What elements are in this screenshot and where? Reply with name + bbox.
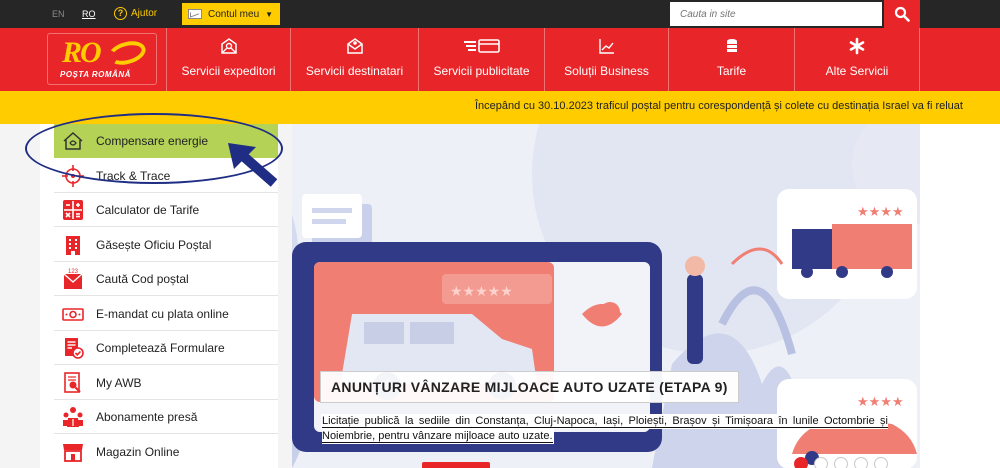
sidebar-item-label: Calculator de Tarife bbox=[96, 202, 200, 217]
nav-label: Soluții Business bbox=[564, 64, 649, 78]
calculator-icon bbox=[62, 199, 84, 221]
sidebar-item-label: E-mandat cu plata online bbox=[96, 306, 229, 321]
search-input[interactable] bbox=[670, 2, 882, 26]
svg-text:123: 123 bbox=[68, 269, 79, 275]
banner-description-text: Licitație publică la sediile din Constan… bbox=[322, 415, 888, 443]
sidebar-item-cauta-cod-postal[interactable]: 123 Caută Cod poștal bbox=[54, 262, 278, 296]
sidebar-item-abonamente-presa[interactable]: Abonamente presă bbox=[54, 400, 278, 434]
sidebar-item-label: Completează Formulare bbox=[96, 340, 225, 355]
sidebar-item-gaseste-oficiu[interactable]: Găsește Oficiu Poștal bbox=[54, 228, 278, 262]
carousel-dot-4[interactable] bbox=[854, 457, 868, 468]
form-icon bbox=[62, 337, 84, 359]
carousel-dot-5[interactable] bbox=[874, 457, 888, 468]
banknote-icon bbox=[62, 303, 84, 325]
language-en-link[interactable]: EN bbox=[52, 9, 65, 19]
logo-mark: RO bbox=[62, 36, 102, 69]
carousel-pagination bbox=[794, 457, 888, 468]
search-icon bbox=[894, 6, 910, 22]
help-label: Ajutor bbox=[131, 8, 158, 19]
press-people-icon bbox=[62, 406, 84, 428]
nav-item-tarife[interactable]: Tarife bbox=[668, 28, 794, 91]
sidebar-item-label: My AWB bbox=[96, 375, 142, 390]
coins-stack-icon bbox=[722, 37, 742, 55]
carousel-dot-2[interactable] bbox=[814, 457, 828, 468]
nav-label: Servicii expeditori bbox=[181, 64, 276, 78]
envelope-icon bbox=[188, 9, 202, 19]
question-icon: ? bbox=[114, 7, 127, 20]
svg-text:★★★★: ★★★★ bbox=[857, 205, 904, 220]
account-menu-button[interactable]: Contul meu ▼ bbox=[182, 3, 280, 25]
search-button[interactable] bbox=[884, 0, 920, 28]
chart-line-icon bbox=[597, 37, 617, 55]
awb-search-icon bbox=[62, 371, 84, 394]
sidebar-item-magazin-online[interactable]: Magazin Online bbox=[54, 435, 278, 468]
utility-bar: EN RO ? Ajutor Contul meu ▼ bbox=[0, 0, 1000, 28]
banner-title[interactable]: ANUNȚURI VÂNZARE MIJLOACE AUTO UZATE (ET… bbox=[320, 371, 739, 403]
help-link[interactable]: ? Ajutor bbox=[114, 7, 157, 20]
chevron-down-icon: ▼ bbox=[265, 9, 274, 19]
banner-description: Licitație publică la sediile din Constan… bbox=[322, 414, 888, 444]
mail-pin-icon bbox=[219, 37, 239, 55]
carousel-dot-1[interactable] bbox=[794, 457, 808, 468]
shop-icon bbox=[62, 441, 84, 463]
logo-text: POȘTA ROMÂNĂ bbox=[60, 70, 131, 79]
main-navigation: RO POȘTA ROMÂNĂ Servicii expeditori Serv… bbox=[0, 28, 1000, 91]
sidebar-item-calculator-tarife[interactable]: Calculator de Tarife bbox=[54, 193, 278, 227]
building-icon bbox=[62, 234, 84, 256]
sidebar-item-label: Găsește Oficiu Poștal bbox=[96, 237, 212, 252]
ticker-text: Începând cu 30.10.2023 traficul poștal p… bbox=[475, 100, 963, 112]
asterisk-icon bbox=[847, 37, 867, 55]
post-horn-icon bbox=[105, 37, 149, 69]
language-ro-link[interactable]: RO bbox=[82, 9, 96, 19]
nav-item-solutii-business[interactable]: Soluții Business bbox=[544, 28, 668, 91]
postcode-icon: 123 bbox=[62, 268, 84, 290]
sidebar-item-label: Abonamente presă bbox=[96, 409, 198, 424]
nav-item-servicii-destinatari[interactable]: Servicii destinatari bbox=[290, 28, 418, 91]
nav-item-servicii-publicitate[interactable]: Servicii publicitate bbox=[418, 28, 544, 91]
pointer-arrow-icon bbox=[228, 143, 278, 187]
sidebar-item-label: Magazin Online bbox=[96, 444, 180, 459]
account-label: Contul meu bbox=[208, 8, 260, 20]
svg-text:★★★★: ★★★★ bbox=[857, 395, 904, 410]
sidebar-item-e-mandat[interactable]: E-mandat cu plata online bbox=[54, 297, 278, 331]
mail-open-icon bbox=[345, 37, 365, 55]
nav-item-servicii-expeditori[interactable]: Servicii expeditori bbox=[166, 28, 290, 91]
nav-label: Tarife bbox=[716, 64, 747, 78]
sidebar-item-completeaza-formulare[interactable]: Completează Formulare bbox=[54, 331, 278, 365]
right-margin bbox=[920, 124, 1000, 468]
banner-read-more-button[interactable] bbox=[422, 462, 490, 468]
nav-label: Servicii destinatari bbox=[305, 64, 404, 78]
nav-item-alte-servicii[interactable]: Alte Servicii bbox=[794, 28, 920, 91]
sidebar-item-label: Caută Cod poștal bbox=[96, 271, 189, 286]
page: EN RO ? Ajutor Contul meu ▼ RO POȘTA ROM… bbox=[0, 0, 1000, 468]
nav-label: Servicii publicitate bbox=[433, 64, 530, 78]
sidebar-item-my-awb[interactable]: My AWB bbox=[54, 366, 278, 400]
posta-romana-logo[interactable]: RO POȘTA ROMÂNĂ bbox=[47, 33, 157, 85]
carousel-dot-3[interactable] bbox=[834, 457, 848, 468]
svg-text:★★★★★: ★★★★★ bbox=[450, 284, 513, 300]
card-lines-icon bbox=[462, 37, 502, 55]
nav-label: Alte Servicii bbox=[825, 64, 889, 78]
